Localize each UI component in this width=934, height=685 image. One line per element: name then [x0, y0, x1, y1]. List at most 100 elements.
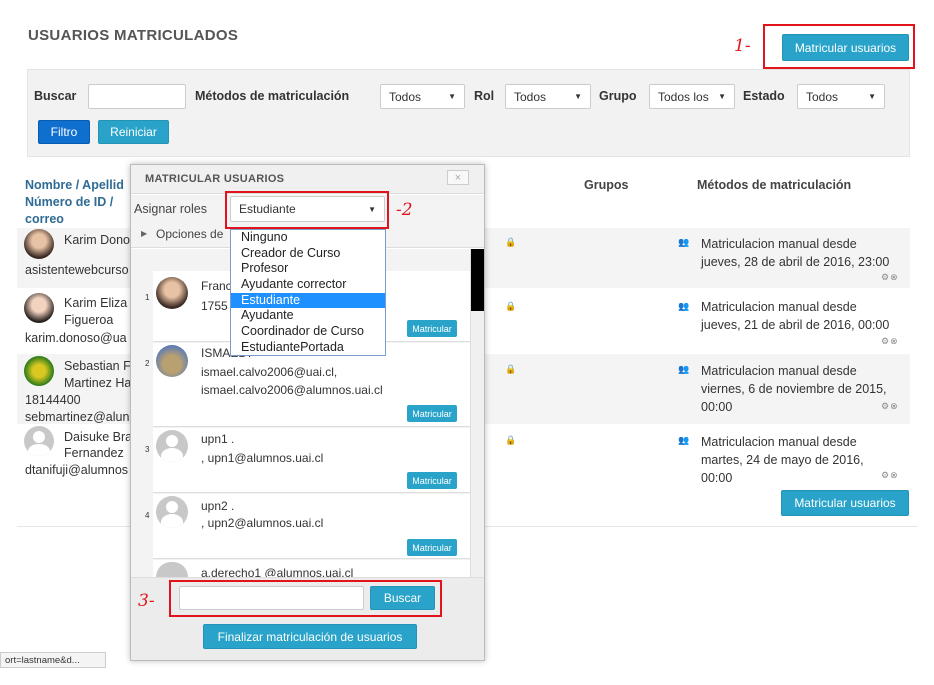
user-name[interactable]: Karim Eliza [64, 296, 127, 310]
gear-icon[interactable]: ⚙⊗ [881, 272, 899, 283]
enrol-user-button[interactable]: Matricular [407, 405, 457, 422]
role-option[interactable]: Profesor [231, 261, 385, 277]
user-number: 3 [145, 445, 150, 454]
avatar [156, 345, 188, 377]
search-input[interactable] [88, 84, 186, 109]
method-line: Matriculacion manual desde [701, 364, 857, 378]
role-option[interactable]: Ayudante corrector [231, 277, 385, 293]
group-select[interactable]: Todos los ▼ [649, 84, 735, 109]
role-dropdown-list: Ninguno Creador de Curso Profesor Ayudan… [230, 229, 386, 356]
method-date: viernes, 6 de noviembre de 2015, [701, 382, 887, 396]
role-option[interactable]: Ayudante [231, 308, 385, 324]
method-time: 00:00 [701, 400, 733, 414]
method-date: jueves, 21 de abril de 2016, 00:00 [701, 318, 890, 332]
group-label: Grupo [599, 89, 637, 103]
enrol-user-button[interactable]: Matricular [407, 539, 457, 556]
role-label: Rol [474, 89, 495, 103]
modal-search-button[interactable]: Buscar [370, 586, 435, 610]
user-number: 2 [145, 359, 150, 368]
user-name[interactable]: Sebastian F [64, 359, 131, 373]
lock-icon: 🔒 [505, 435, 517, 445]
gear-icon[interactable]: ⚙⊗ [881, 470, 899, 481]
enrol-users-button[interactable]: Matricular usuarios [782, 34, 909, 61]
user-email: ismael.calvo2006@uai.cl, [201, 365, 338, 379]
role-option[interactable]: Ninguno [231, 230, 385, 246]
options-label[interactable]: Opciones de [156, 227, 223, 241]
user-name-2[interactable]: Fernandez [64, 446, 124, 460]
chevron-down-icon: ▼ [574, 92, 582, 101]
user-id: 1755 [201, 299, 228, 313]
users-icon: 👥 [678, 301, 690, 311]
state-select-value: Todos [806, 89, 839, 104]
search-label: Buscar [34, 89, 77, 103]
gear-icon[interactable]: ⚙⊗ [881, 336, 899, 347]
close-icon: × [454, 171, 462, 184]
methods-select[interactable]: Todos ▼ [380, 84, 465, 109]
user-name: upn2 . [201, 499, 235, 513]
users-icon: 👥 [678, 237, 690, 247]
lock-icon: 🔒 [505, 301, 517, 311]
annotation-1: 1- [734, 36, 751, 56]
chevron-down-icon: ▼ [868, 92, 876, 101]
users-icon: 👥 [678, 364, 690, 374]
user-name-2[interactable]: Figueroa [64, 313, 113, 327]
user-name[interactable]: Karim Dono [64, 233, 130, 247]
header-id[interactable]: Número de ID / [25, 195, 113, 209]
chevron-down-icon: ▼ [718, 92, 726, 101]
user-email: , upn1@alumnos.uai.cl [201, 451, 324, 465]
methods-select-value: Todos [389, 89, 422, 104]
scrollbar-thumb[interactable] [471, 249, 484, 311]
user-number: 4 [145, 511, 150, 520]
user-name: upn1 . [201, 432, 235, 446]
user-email: asistentewebcurso [25, 263, 129, 277]
user-email: karim.donoso@ua [25, 331, 127, 345]
avatar [24, 293, 54, 323]
method-date: martes, 24 de mayo de 2016, [701, 453, 864, 467]
header-groups: Grupos [584, 178, 629, 192]
methods-label: Métodos de matriculación [195, 89, 350, 103]
avatar [156, 496, 188, 528]
lock-icon: 🔒 [505, 364, 517, 374]
annotation-3: 3- [138, 591, 155, 611]
user-number: 1 [145, 293, 150, 302]
avatar [24, 356, 54, 386]
role-select-value: Todos [514, 89, 547, 104]
avatar [156, 277, 188, 309]
user-name[interactable]: Daisuke Bra [64, 430, 132, 444]
user-email: , upn2@alumnos.uai.cl [201, 516, 324, 530]
assign-roles-label: Asignar roles [134, 202, 207, 216]
caret-right-icon[interactable]: ▶ [141, 229, 147, 238]
role-option[interactable]: Creador de Curso [231, 246, 385, 262]
users-icon: 👥 [678, 435, 690, 445]
role-option[interactable]: Coordinador de Curso [231, 324, 385, 340]
lock-icon: 🔒 [505, 237, 517, 247]
enrol-users-button-bottom[interactable]: Matricular usuarios [781, 490, 909, 516]
modal-title: MATRICULAR USUARIOS [145, 173, 285, 185]
role-option-selected[interactable]: Estudiante [231, 292, 385, 309]
role-select[interactable]: Todos ▼ [505, 84, 591, 109]
method-line: Matriculacion manual desde [701, 237, 857, 251]
state-label: Estado [743, 89, 785, 103]
role-option[interactable]: EstudiantePortada [231, 340, 385, 356]
state-select[interactable]: Todos ▼ [797, 84, 885, 109]
user-name-2[interactable]: Martinez Ha [64, 376, 131, 390]
modal-search-input[interactable] [179, 586, 364, 610]
enrol-user-button[interactable]: Matricular [407, 320, 457, 337]
enrol-user-button[interactable]: Matricular [407, 472, 457, 489]
user-id: 18144400 [25, 393, 81, 407]
reset-button[interactable]: Reiniciar [98, 120, 169, 144]
status-bar-url: ort=lastname&d... [0, 652, 106, 668]
user-email: dtanifuji@alumnos [25, 463, 129, 477]
method-line: Matriculacion manual desde [701, 300, 857, 314]
close-button[interactable]: × [447, 170, 469, 185]
user-name: Franc [201, 279, 232, 293]
annotation-2: -2 [396, 200, 413, 220]
finish-enrol-button[interactable]: Finalizar matriculación de usuarios [203, 624, 417, 649]
header-email[interactable]: correo [25, 212, 64, 226]
annotation-box-2 [225, 191, 389, 229]
header-name[interactable]: Nombre / Apellid [25, 178, 124, 192]
page-title: USUARIOS MATRICULADOS [28, 27, 239, 44]
filter-button[interactable]: Filtro [38, 120, 90, 144]
chevron-down-icon: ▼ [448, 92, 456, 101]
gear-icon[interactable]: ⚙⊗ [881, 401, 899, 412]
